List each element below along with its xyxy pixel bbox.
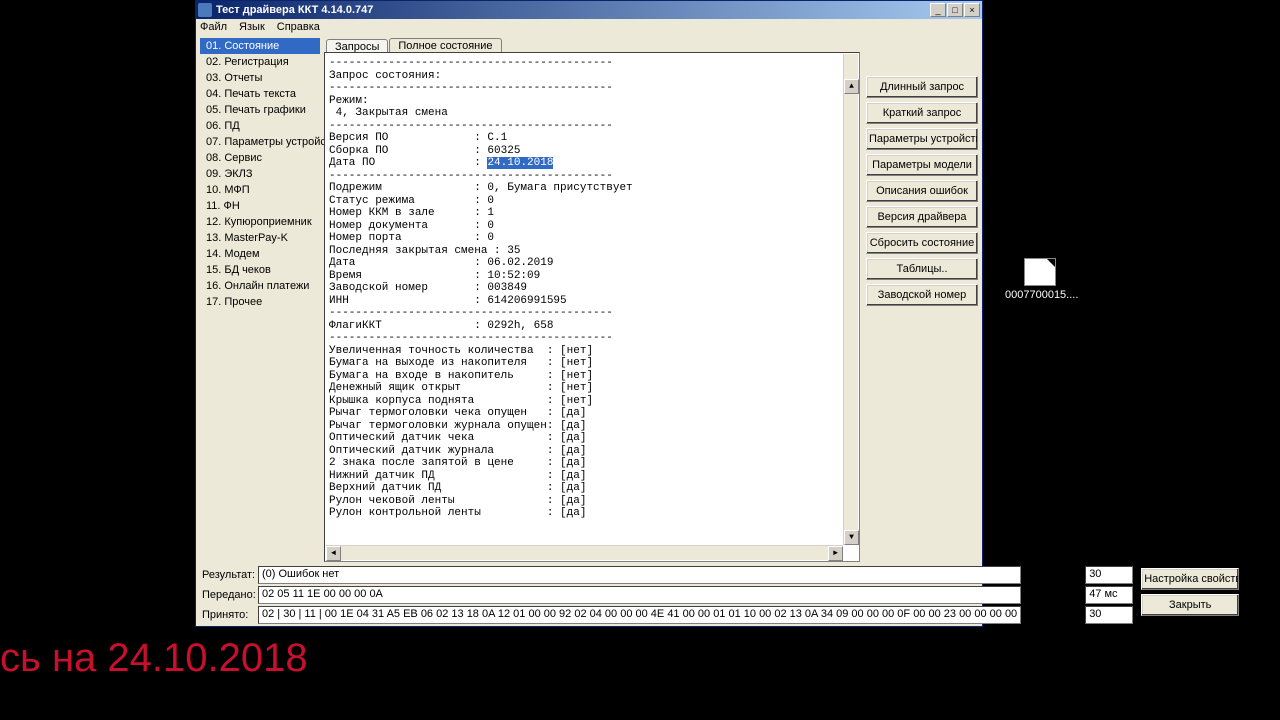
tab-row: Запросы Полное состояние bbox=[326, 38, 978, 52]
operator-label: Оператор: bbox=[1029, 609, 1081, 621]
console-text-pre: ----------------------------------------… bbox=[329, 57, 613, 169]
time-label: Время: bbox=[1029, 589, 1081, 601]
sidebar-item-device-params[interactable]: 07. Параметры устройства bbox=[200, 134, 320, 150]
console-highlight-date: 24.10.2018 bbox=[487, 157, 553, 169]
scroll-right-icon[interactable]: ► bbox=[828, 546, 843, 561]
app-icon bbox=[198, 3, 212, 17]
document-icon bbox=[1024, 258, 1056, 286]
console-text-post: ----------------------------------------… bbox=[329, 170, 633, 520]
console-wrap: ----------------------------------------… bbox=[324, 52, 978, 562]
password-label: Пароль: bbox=[1029, 569, 1081, 581]
reset-state-button[interactable]: Сбросить состояние bbox=[866, 232, 978, 254]
sidebar-item-state[interactable]: 01. Состояние bbox=[200, 38, 320, 54]
password-field[interactable]: 30 bbox=[1085, 566, 1133, 584]
sent-field[interactable]: 02 05 11 1E 00 00 00 0A bbox=[258, 586, 1021, 604]
sidebar-item-pd[interactable]: 06. ПД bbox=[200, 118, 320, 134]
sidebar-item-eklz[interactable]: 09. ЭКЛЗ bbox=[200, 166, 320, 182]
console-output[interactable]: ----------------------------------------… bbox=[324, 52, 860, 562]
sidebar-item-other[interactable]: 17. Прочее bbox=[200, 294, 320, 310]
desktop-file-label: 0007700015.... bbox=[1005, 289, 1075, 301]
close-button[interactable]: Закрыть bbox=[1141, 594, 1239, 616]
sidebar-item-masterpay[interactable]: 13. MasterPay-K bbox=[200, 230, 320, 246]
sidebar-item-registration[interactable]: 02. Регистрация bbox=[200, 54, 320, 70]
result-field[interactable]: (0) Ошибок нет bbox=[258, 566, 1021, 584]
long-request-button[interactable]: Длинный запрос bbox=[866, 76, 978, 98]
scrollbar-horizontal[interactable]: ◄ ► bbox=[326, 545, 843, 560]
sidebar: 01. Состояние 02. Регистрация 03. Отчеты… bbox=[196, 34, 322, 562]
sidebar-item-reports[interactable]: 03. Отчеты bbox=[200, 70, 320, 86]
tab-requests[interactable]: Запросы bbox=[326, 39, 388, 53]
sidebar-item-modem[interactable]: 14. Модем bbox=[200, 246, 320, 262]
maximize-button[interactable]: □ bbox=[947, 3, 963, 17]
desktop-file-icon[interactable]: 0007700015.... bbox=[1005, 258, 1075, 301]
titlebar[interactable]: Тест драйвера ККТ 4.14.0.747 _ □ × bbox=[196, 1, 982, 19]
received-field[interactable]: 02 | 30 | 11 | 00 1E 04 31 A5 EB 06 02 1… bbox=[258, 606, 1021, 624]
sidebar-item-print-text[interactable]: 04. Печать текста bbox=[200, 86, 320, 102]
sent-label: Передано: bbox=[202, 589, 254, 601]
param-fields: Пароль: 30 Время: 47 мс Оператор: 30 bbox=[1029, 566, 1133, 626]
sidebar-item-print-graphics[interactable]: 05. Печать графики bbox=[200, 102, 320, 118]
menu-language[interactable]: Язык bbox=[239, 21, 265, 33]
sidebar-item-service[interactable]: 08. Сервис bbox=[200, 150, 320, 166]
sidebar-item-bill-acceptor[interactable]: 12. Купюроприемник bbox=[200, 214, 320, 230]
action-buttons: Длинный запрос Краткий запрос Параметры … bbox=[866, 52, 978, 562]
result-label: Результат: bbox=[202, 569, 254, 581]
error-descriptions-button[interactable]: Описания ошибок bbox=[866, 180, 978, 202]
bottom-panel: Результат: (0) Ошибок нет Передано: 02 0… bbox=[196, 562, 982, 630]
sidebar-item-receipt-db[interactable]: 15. БД чеков bbox=[200, 262, 320, 278]
time-field: 47 мс bbox=[1085, 586, 1133, 604]
sidebar-item-mfp[interactable]: 10. МФП bbox=[200, 182, 320, 198]
settings-button[interactable]: Настройка свойств bbox=[1141, 568, 1239, 590]
received-label: Принято: bbox=[202, 609, 254, 621]
status-fields: Результат: (0) Ошибок нет Передано: 02 0… bbox=[202, 566, 1021, 626]
scroll-left-icon[interactable]: ◄ bbox=[326, 546, 341, 561]
main-window: Тест драйвера ККТ 4.14.0.747 _ □ × Файл … bbox=[195, 0, 983, 627]
menubar: Файл Язык Справка bbox=[196, 19, 982, 34]
short-request-button[interactable]: Краткий запрос bbox=[866, 102, 978, 124]
sidebar-item-online-payments[interactable]: 16. Онлайн платежи bbox=[200, 278, 320, 294]
content-area: 01. Состояние 02. Регистрация 03. Отчеты… bbox=[196, 34, 982, 562]
menu-file[interactable]: Файл bbox=[200, 21, 227, 33]
bottom-buttons: Настройка свойств Закрыть bbox=[1141, 566, 1239, 626]
model-params-button[interactable]: Параметры модели bbox=[866, 154, 978, 176]
tables-button[interactable]: Таблицы.. bbox=[866, 258, 978, 280]
operator-field[interactable]: 30 bbox=[1085, 606, 1133, 624]
driver-version-button[interactable]: Версия драйвера bbox=[866, 206, 978, 228]
sidebar-item-fn[interactable]: 11. ФН bbox=[200, 198, 320, 214]
scrollbar-vertical[interactable]: ▲ ▼ bbox=[843, 54, 858, 545]
minimize-button[interactable]: _ bbox=[930, 3, 946, 17]
main-panel: Запросы Полное состояние ---------------… bbox=[322, 34, 982, 562]
window-title: Тест драйвера ККТ 4.14.0.747 bbox=[216, 4, 929, 16]
video-caption: сь на 24.10.2018 bbox=[0, 636, 308, 681]
device-params-button[interactable]: Параметры устройства bbox=[866, 128, 978, 150]
close-window-button[interactable]: × bbox=[964, 3, 980, 17]
menu-help[interactable]: Справка bbox=[277, 21, 320, 33]
scroll-up-icon[interactable]: ▲ bbox=[844, 79, 859, 94]
serial-number-button[interactable]: Заводской номер bbox=[866, 284, 978, 306]
tab-full-state[interactable]: Полное состояние bbox=[389, 38, 501, 52]
scroll-down-icon[interactable]: ▼ bbox=[844, 530, 859, 545]
